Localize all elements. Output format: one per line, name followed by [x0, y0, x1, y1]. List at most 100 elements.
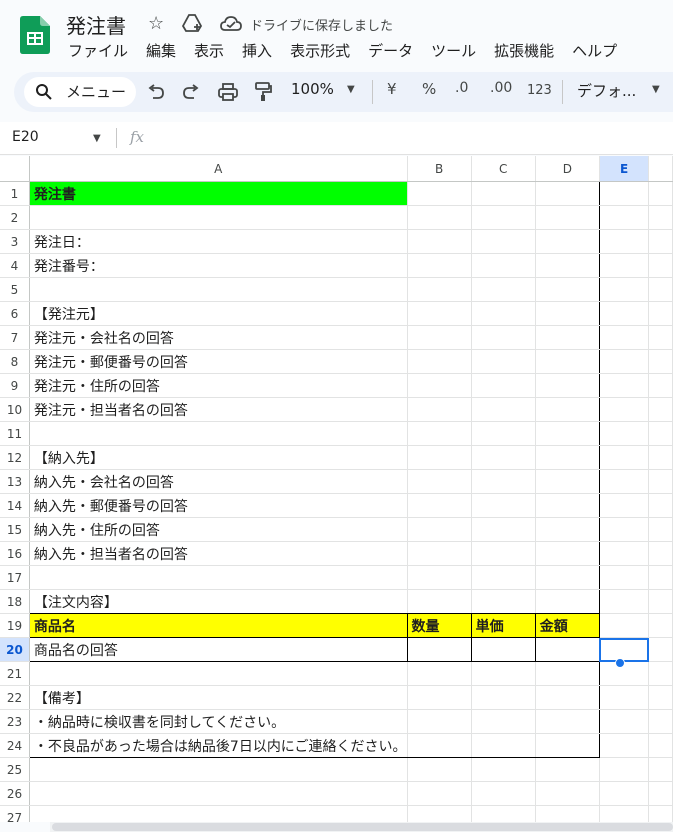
row-header[interactable]: 18 — [0, 589, 30, 614]
cell-a27[interactable] — [29, 805, 408, 822]
spreadsheet-grid[interactable]: A B C D E 1 発注書 2 3 発注日： 4 発注番号： 5 6 【発注元】 7 発注元・会社… — [0, 156, 673, 822]
cell-e24[interactable] — [599, 733, 650, 758]
cloud-saved-icon[interactable] — [219, 14, 243, 32]
cell-c20[interactable] — [470, 637, 536, 662]
cell-a21[interactable] — [28, 661, 408, 686]
cell-a8[interactable]: 発注元・郵便番号の回答 — [28, 349, 408, 374]
cell-c27[interactable] — [471, 805, 536, 822]
cell-b12[interactable] — [407, 445, 472, 470]
cell-f7[interactable] — [648, 325, 673, 350]
chevron-down-icon[interactable]: ▼ — [652, 84, 660, 95]
scrollbar-thumb[interactable] — [52, 823, 673, 831]
cell-c12[interactable] — [471, 445, 536, 470]
cell-e27[interactable] — [599, 805, 650, 822]
cell-e22[interactable] — [599, 685, 650, 710]
cell-b20[interactable] — [406, 637, 472, 662]
cell-b17[interactable] — [407, 565, 472, 590]
row-header[interactable]: 3 — [0, 229, 30, 254]
number-format-button[interactable]: 123 — [527, 83, 552, 98]
row-header[interactable]: 9 — [0, 373, 30, 398]
row-header[interactable]: 11 — [0, 421, 30, 446]
cell-d20[interactable] — [534, 637, 600, 662]
paint-format-icon[interactable] — [254, 82, 272, 102]
cell-f22[interactable] — [648, 685, 673, 710]
row-header[interactable]: 2 — [0, 205, 30, 230]
cell-d12[interactable] — [535, 445, 600, 470]
cell-f8[interactable] — [648, 349, 673, 374]
cell-a24[interactable]: ・不良品があった場合は納品後7日以内にご連絡ください。 — [28, 733, 408, 758]
cell-c1[interactable] — [471, 181, 536, 206]
percent-format-button[interactable]: % — [422, 80, 436, 98]
cell-d24[interactable] — [535, 733, 600, 758]
cell-d25[interactable] — [535, 757, 600, 782]
document-title[interactable]: 発注書 — [66, 10, 126, 39]
chevron-down-icon[interactable]: ▼ — [93, 133, 101, 144]
cell-a3[interactable]: 発注日： — [28, 229, 408, 254]
cell-c24[interactable] — [471, 733, 536, 758]
cell-d27[interactable] — [535, 805, 600, 822]
row-header[interactable]: 16 — [0, 541, 30, 566]
cell-e10[interactable] — [599, 397, 650, 422]
column-header-b[interactable]: B — [407, 156, 472, 182]
cell-d2[interactable] — [535, 205, 600, 230]
cell-d13[interactable] — [535, 469, 600, 494]
cell-a15[interactable]: 納入先・住所の回答 — [28, 517, 408, 542]
cell-b10[interactable] — [407, 397, 472, 422]
cell-e17[interactable] — [599, 565, 650, 590]
cell-b26[interactable] — [407, 781, 472, 806]
column-header-c[interactable]: C — [471, 156, 536, 182]
cell-b15[interactable] — [407, 517, 472, 542]
row-header[interactable]: 25 — [0, 757, 30, 782]
cell-d5[interactable] — [535, 277, 600, 302]
cell-f18[interactable] — [648, 589, 673, 614]
cell-d21[interactable] — [535, 661, 600, 686]
print-icon[interactable] — [218, 83, 238, 101]
cell-a10[interactable]: 発注元・担当者名の回答 — [28, 397, 408, 422]
menu-extensions[interactable]: 拡張機能 — [494, 40, 554, 61]
cell-d22[interactable] — [535, 685, 600, 710]
cell-b25[interactable] — [407, 757, 472, 782]
column-header-a[interactable]: A — [29, 156, 408, 182]
cell-c19[interactable]: 単価 — [470, 613, 536, 638]
cell-d23[interactable] — [535, 709, 600, 734]
cell-f19[interactable] — [648, 613, 673, 638]
cell-a20[interactable]: 商品名の回答 — [28, 637, 408, 662]
row-header[interactable]: 19 — [0, 613, 30, 638]
cell-a16[interactable]: 納入先・担当者名の回答 — [28, 541, 408, 566]
row-header[interactable]: 21 — [0, 661, 30, 686]
cell-f11[interactable] — [648, 421, 673, 446]
cell-f3[interactable] — [648, 229, 673, 254]
cell-d15[interactable] — [535, 517, 600, 542]
cell-e5[interactable] — [599, 277, 650, 302]
row-header[interactable]: 26 — [0, 781, 30, 806]
cell-a2[interactable] — [28, 205, 408, 230]
cell-a25[interactable] — [29, 757, 408, 782]
cell-f1[interactable] — [648, 181, 673, 206]
cell-a6[interactable]: 【発注元】 — [28, 301, 408, 326]
menu-insert[interactable]: 挿入 — [242, 40, 272, 61]
cell-e23[interactable] — [599, 709, 650, 734]
cell-d7[interactable] — [535, 325, 600, 350]
cell-f24[interactable] — [648, 733, 673, 758]
cell-b16[interactable] — [407, 541, 472, 566]
cell-d9[interactable] — [535, 373, 600, 398]
cell-e20[interactable] — [599, 637, 650, 662]
cell-b9[interactable] — [407, 373, 472, 398]
cell-c15[interactable] — [471, 517, 536, 542]
cell-c14[interactable] — [471, 493, 536, 518]
cell-b19[interactable]: 数量 — [406, 613, 472, 638]
cell-b7[interactable] — [407, 325, 472, 350]
cell-f6[interactable] — [648, 301, 673, 326]
cell-d3[interactable] — [535, 229, 600, 254]
cell-c3[interactable] — [471, 229, 536, 254]
cell-b3[interactable] — [407, 229, 472, 254]
cell-c5[interactable] — [471, 277, 536, 302]
cell-e19[interactable] — [599, 613, 650, 638]
cell-a14[interactable]: 納入先・郵便番号の回答 — [28, 493, 408, 518]
cell-f9[interactable] — [648, 373, 673, 398]
cell-e25[interactable] — [599, 757, 650, 782]
row-header[interactable]: 15 — [0, 517, 30, 542]
cell-b2[interactable] — [407, 205, 472, 230]
cell-e26[interactable] — [599, 781, 650, 806]
cell-a26[interactable] — [29, 781, 408, 806]
